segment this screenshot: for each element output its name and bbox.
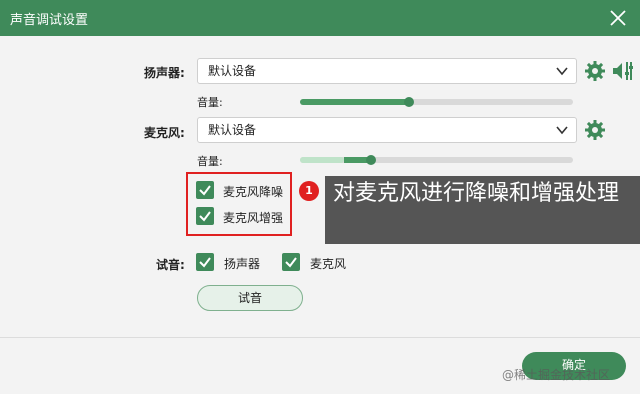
test-label: 试音: — [156, 258, 185, 272]
noise-reduction-label: 麦克风降噪 — [223, 185, 284, 199]
test-speaker-checkbox[interactable] — [196, 253, 214, 271]
speaker-select[interactable]: 默认设备 — [197, 58, 577, 84]
chevron-down-icon — [556, 67, 568, 76]
chevron-down-icon — [556, 126, 568, 135]
microphone-volume-slider[interactable] — [300, 155, 573, 165]
check-icon — [199, 185, 211, 196]
speaker-device-value: 默认设备 — [208, 64, 257, 78]
annotation-tooltip: 对麦克风进行降噪和增强处理 — [325, 176, 640, 244]
noise-reduction-checkbox[interactable] — [196, 181, 214, 199]
microphone-label: 麦克风: — [144, 126, 185, 140]
watermark: @稀土掘金技术社区 — [502, 368, 611, 382]
enhance-label: 麦克风增强 — [223, 211, 284, 225]
title-bar: 声音调试设置 — [0, 0, 640, 36]
test-microphone-label: 麦克风 — [310, 257, 347, 271]
check-icon — [199, 211, 211, 222]
speaker-settings-gear-icon[interactable] — [584, 60, 606, 82]
close-icon[interactable] — [604, 4, 632, 32]
test-microphone-checkbox[interactable] — [282, 253, 300, 271]
speaker-volume-slider[interactable] — [300, 97, 573, 107]
check-icon — [285, 257, 297, 268]
window-title: 声音调试设置 — [10, 13, 89, 28]
speaker-volume-fill — [300, 99, 410, 105]
microphone-volume-label: 音量: — [197, 155, 223, 168]
check-icon — [199, 257, 211, 268]
annotation-badge: 1 — [299, 181, 319, 201]
footer-divider — [0, 337, 640, 338]
speaker-volume-label: 音量: — [197, 96, 223, 109]
speaker-label: 扬声器: — [144, 66, 185, 80]
microphone-select[interactable]: 默认设备 — [197, 117, 577, 143]
enhance-checkbox[interactable] — [196, 207, 214, 225]
microphone-device-value: 默认设备 — [208, 123, 257, 137]
microphone-input-level — [300, 157, 344, 163]
microphone-settings-gear-icon[interactable] — [584, 119, 606, 141]
microphone-volume-thumb[interactable] — [365, 155, 376, 165]
equalizer-icon[interactable] — [610, 59, 634, 83]
test-sound-button[interactable]: 试音 — [197, 285, 303, 311]
speaker-volume-thumb[interactable] — [404, 97, 415, 107]
test-speaker-label: 扬声器 — [224, 257, 261, 271]
